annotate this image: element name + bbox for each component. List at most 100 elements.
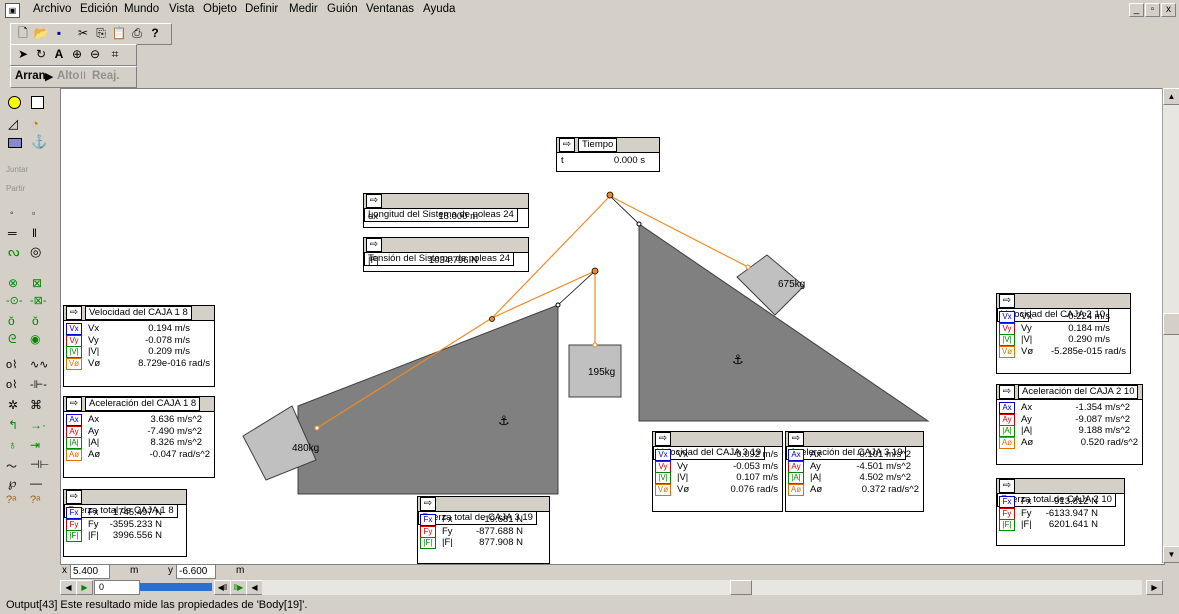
rot-damper-tool-icon[interactable]: -⊩- xyxy=(30,378,47,391)
series-swatch[interactable]: Fx xyxy=(420,514,436,526)
collapse-arrow-icon[interactable]: ⇨ xyxy=(788,432,804,446)
wave-tool-icon[interactable]: 〜 xyxy=(6,458,17,474)
slot-tool-icon[interactable]: -⊙- xyxy=(6,294,23,307)
series-swatch[interactable]: Fx xyxy=(66,507,82,519)
square-tool-icon[interactable] xyxy=(31,96,44,109)
series-swatch[interactable]: Fy xyxy=(999,507,1015,520)
gear2-icon[interactable]: ⌘ xyxy=(30,398,42,412)
app-icon[interactable]: ▣ xyxy=(5,3,20,18)
force-tool-icon[interactable]: ↰ xyxy=(8,418,18,432)
x-coord-field[interactable]: 5.400 xyxy=(70,564,110,579)
meter-aceleracion-caja1[interactable]: ⇨ Aceleración del CAJA 1 8 Ax Ax 3.636 m/s^… xyxy=(63,396,215,478)
series-swatch[interactable]: Ax xyxy=(788,449,804,461)
open-icon[interactable]: 📂 xyxy=(33,26,49,41)
spring-tool-icon[interactable]: o⌇ xyxy=(6,358,18,371)
motor-tool-icon[interactable]: ᘓ xyxy=(8,332,16,347)
menu-medir[interactable]: Medir xyxy=(289,3,318,15)
collapse-arrow-icon[interactable]: ⇨ xyxy=(366,194,382,208)
restore-button[interactable]: ▫ xyxy=(1145,3,1160,17)
force-arrow-tool-icon[interactable]: →· xyxy=(30,418,46,432)
minimize-button[interactable]: _ xyxy=(1129,3,1144,17)
separator-tool-icon[interactable]: ‖ xyxy=(32,226,37,240)
series-swatch[interactable]: |A| xyxy=(788,472,804,484)
reset-button[interactable]: Reaj. xyxy=(92,70,120,82)
meter-fuerza-caja1[interactable]: ⇨Fuerza total de CAJA 1 8 Fx Fx 1745.497 N… xyxy=(63,489,187,557)
series-swatch[interactable]: Vø xyxy=(999,345,1015,358)
fast-forward-icon[interactable]: ‖▶ xyxy=(230,580,247,595)
collapse-arrow-icon[interactable]: ⇨ xyxy=(999,385,1015,399)
collapse-arrow-icon[interactable]: ⇨ xyxy=(366,238,382,252)
menu-ventanas[interactable]: Ventanas xyxy=(366,3,414,15)
torque-tool-icon[interactable]: ♁ xyxy=(8,438,17,452)
zoom-fit-icon[interactable]: ⌗ xyxy=(107,47,123,62)
series-swatch[interactable]: |F| xyxy=(999,519,1015,531)
series-swatch[interactable]: Ay xyxy=(999,413,1015,426)
line-tool-icon[interactable]: — xyxy=(30,476,42,490)
series-swatch[interactable]: |F| xyxy=(66,530,82,542)
pulley-left[interactable] xyxy=(489,316,495,322)
hook-tool-icon[interactable]: ℘ xyxy=(8,476,16,490)
actuator-tool-icon[interactable]: ◉ xyxy=(30,332,40,346)
pulley-middle[interactable] xyxy=(591,267,599,275)
stop-button[interactable]: Alto xyxy=(57,70,79,82)
meter-longitud[interactable]: ⇨Longitud del Sistema de poleas 24 dx 18.… xyxy=(363,193,529,228)
gear-icon[interactable]: ✲ xyxy=(8,398,18,412)
series-swatch[interactable]: Vx xyxy=(655,449,671,461)
series-swatch[interactable]: Vø xyxy=(66,357,82,370)
meter-fuerza-caja3[interactable]: ⇨Fuerza total de CAJA 3 19 Fx Fx -19.681 N… xyxy=(417,496,550,564)
rot-spring-tool-icon[interactable]: o⌇ xyxy=(6,378,18,391)
series-swatch[interactable]: Aø xyxy=(999,436,1015,449)
menu-edicion[interactable]: Edición xyxy=(80,3,118,15)
series-swatch[interactable]: |A| xyxy=(66,437,82,449)
curved-tool-icon[interactable]: ◔ xyxy=(31,116,39,131)
pulley-tool-icon[interactable]: ◎ xyxy=(30,244,41,260)
step-forward-icon[interactable]: ◀‖ xyxy=(214,580,231,595)
cut-icon[interactable]: ✂ xyxy=(75,26,91,41)
series-swatch[interactable]: Vy xyxy=(999,322,1015,335)
collapse-arrow-icon[interactable]: ⇨ xyxy=(66,397,82,411)
run-button[interactable]: Arran xyxy=(15,70,46,82)
split-button[interactable]: Partir xyxy=(6,184,25,193)
menu-archivo[interactable]: Archivo xyxy=(33,3,71,15)
motor-arrow-tool-icon[interactable]: ⇥ xyxy=(30,438,40,452)
series-swatch[interactable]: Vy xyxy=(655,460,671,473)
collapse-arrow-icon[interactable]: ⇨ xyxy=(999,294,1015,308)
frame-field[interactable]: 0 xyxy=(94,580,140,595)
horizontal-scroll-thumb[interactable] xyxy=(730,580,752,595)
series-swatch[interactable]: Vø xyxy=(655,483,671,496)
separator2-tool-icon[interactable]: ⊣⊢ xyxy=(30,458,49,471)
print-icon[interactable]: ⎙ xyxy=(129,26,145,41)
series-swatch[interactable]: |V| xyxy=(66,346,82,358)
rod-tool-icon[interactable]: ═ xyxy=(8,226,17,240)
scroll-right-icon[interactable]: ▶ xyxy=(1146,580,1163,595)
meter-tension[interactable]: ⇨Tensión del Sistema de poleas 24 |F| 103… xyxy=(363,237,529,272)
step-back-icon[interactable]: ◀ xyxy=(60,580,77,595)
help2-tool-icon[interactable]: ?ᵃ xyxy=(30,494,40,506)
help-icon[interactable]: ? xyxy=(147,26,163,41)
series-swatch[interactable]: Vy xyxy=(66,334,82,347)
copy-icon[interactable]: ⎘ xyxy=(93,26,109,41)
series-swatch[interactable]: Vx xyxy=(66,323,82,335)
help-tool-icon[interactable]: ?ᵃ xyxy=(6,494,16,506)
menu-ayuda[interactable]: Ayuda xyxy=(423,3,455,15)
collapse-arrow-icon[interactable]: ⇨ xyxy=(420,497,436,511)
scroll-up-icon[interactable]: ▲ xyxy=(1163,88,1179,105)
menu-vista[interactable]: Vista xyxy=(169,3,194,15)
menu-objeto[interactable]: Objeto xyxy=(203,3,237,15)
meter-aceleracion-caja3[interactable]: ⇨Aceleración del CAJA 3 19 Ax Ax -0.101 m/… xyxy=(785,431,924,512)
paste-icon[interactable]: 📋 xyxy=(111,26,127,41)
menu-mundo[interactable]: Mundo xyxy=(124,3,159,15)
meter-fuerza-caja2[interactable]: ⇨Fuerza total de CAJA 2 10 Fx Fx -913.812 … xyxy=(996,478,1125,546)
rigid-joint-tool-icon[interactable]: ⊠ xyxy=(32,276,42,290)
new-icon[interactable]: 🗋 xyxy=(15,26,31,41)
collapse-arrow-icon[interactable]: ⇨ xyxy=(66,490,82,504)
scroll-left-icon[interactable]: ◀ xyxy=(246,580,263,595)
menu-definir[interactable]: Definir xyxy=(245,3,278,15)
progress-track[interactable] xyxy=(140,583,212,591)
series-swatch[interactable]: Aø xyxy=(788,483,804,496)
series-swatch[interactable]: Vx xyxy=(999,311,1015,323)
rotate-tool-icon[interactable]: ↻ xyxy=(33,47,49,62)
meter-velocidad-caja1[interactable]: ⇨ Velocidad del CAJA 1 8 Vx Vx 0.194 m/s Vy… xyxy=(63,305,215,387)
rect-tool-icon[interactable] xyxy=(8,138,22,148)
series-swatch[interactable]: Ay xyxy=(788,460,804,473)
